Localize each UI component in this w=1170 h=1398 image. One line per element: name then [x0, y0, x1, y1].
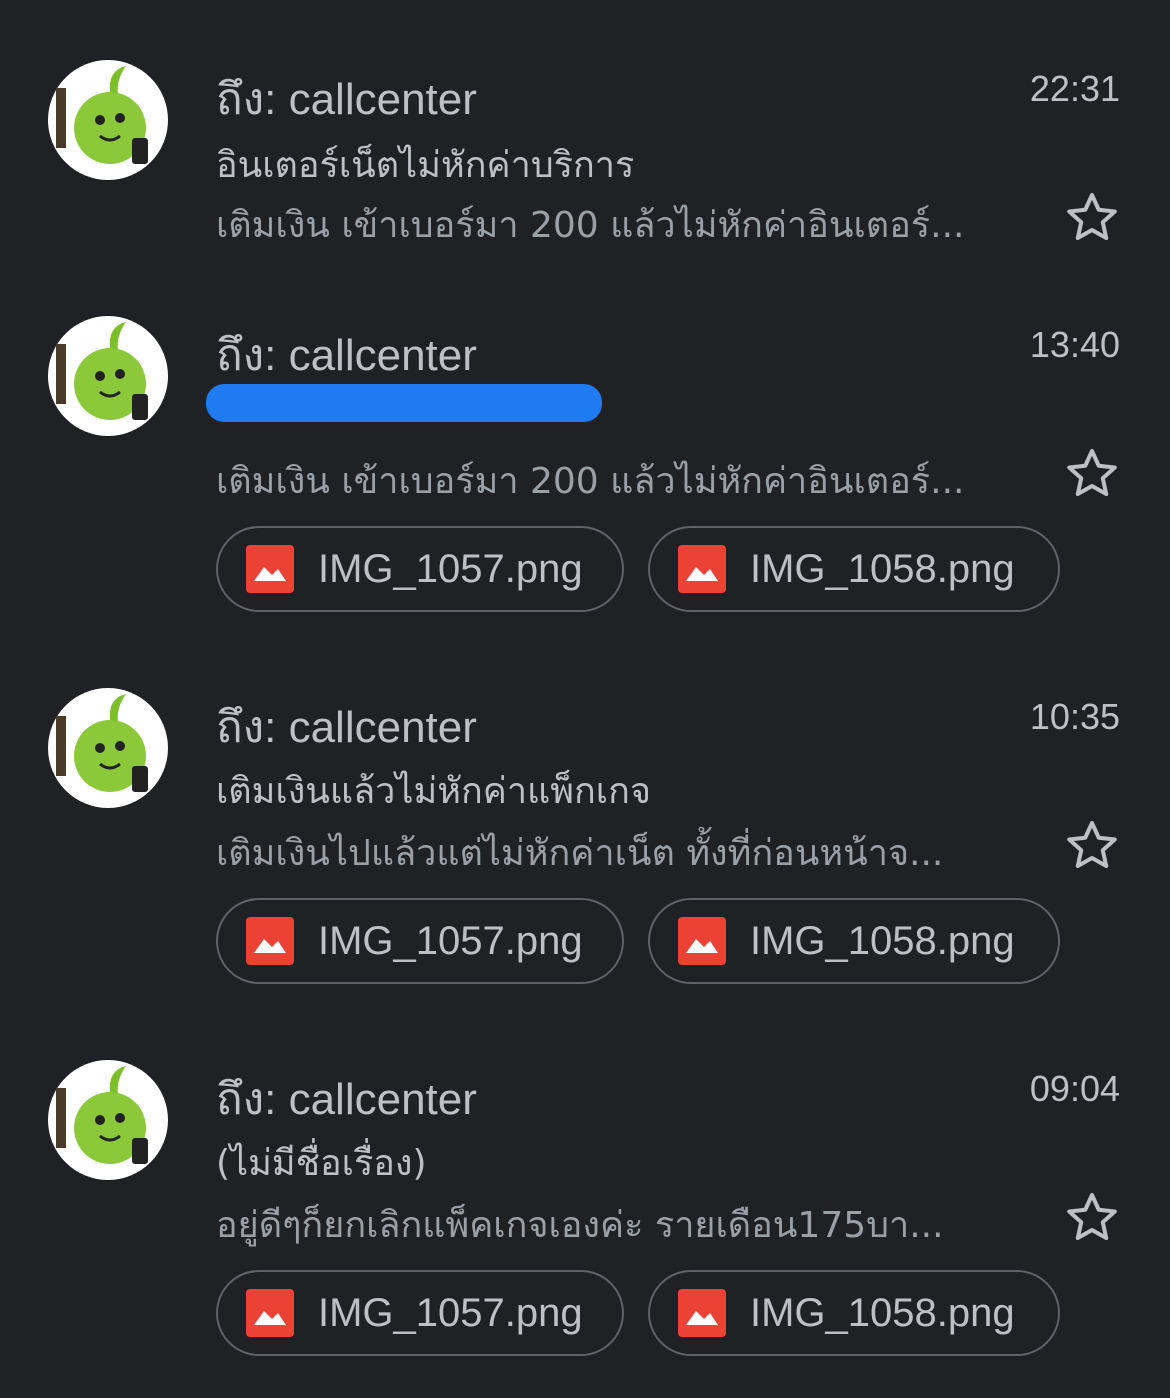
attachment-chip[interactable]: IMG_1058.png: [648, 526, 1060, 612]
attachment-chip[interactable]: IMG_1057.png: [216, 1270, 624, 1356]
redaction-scribble: [206, 384, 602, 422]
green-mascot-avatar-icon: [48, 60, 168, 180]
attachment-chip[interactable]: IMG_1058.png: [648, 898, 1060, 984]
attachment-chip[interactable]: IMG_1057.png: [216, 526, 624, 612]
email-time: 09:04: [1029, 1068, 1120, 1109]
image-file-icon: [246, 917, 294, 965]
email-recipient: ถึง: callcenter: [216, 75, 477, 124]
email-item[interactable]: ถึง: callcenter 22:31 อินเตอร์เน็ตไม่หัก…: [0, 0, 1170, 280]
attachment-name: IMG_1058.png: [750, 546, 1015, 591]
image-file-icon: [246, 1289, 294, 1337]
email-time: 13:40: [1029, 324, 1120, 365]
email-subject: (ไม่มีชื่อเรื่อง): [216, 1143, 427, 1184]
email-item[interactable]: ถึง: callcenter 09:04 (ไม่มีชื่อเรื่อง) …: [0, 1024, 1170, 1398]
attachment-name: IMG_1057.png: [318, 1290, 583, 1335]
email-item[interactable]: ถึง: callcenter 13:40 เติมเงิน เข้าเบอร์…: [0, 280, 1170, 652]
star-outline-icon[interactable]: [1062, 188, 1122, 248]
star-outline-icon[interactable]: [1062, 1188, 1122, 1248]
email-snippet: เติมเงิน เข้าเบอร์มา 200 แล้วไม่หักค่าอิ…: [216, 461, 965, 502]
email-recipient: ถึง: callcenter: [216, 703, 477, 752]
attachment-chip[interactable]: IMG_1058.png: [648, 1270, 1060, 1356]
email-snippet: อยู่ดีๆก็ยกเลิกแพ็คเกจเองค่ะ รายเดือน175…: [216, 1205, 944, 1246]
green-mascot-avatar-icon: [48, 316, 168, 436]
star-outline-icon[interactable]: [1062, 816, 1122, 876]
email-subject: อินเตอร์เน็ตไม่หักค่าบริการ: [216, 145, 635, 186]
image-file-icon: [246, 545, 294, 593]
email-recipient: ถึง: callcenter: [216, 331, 477, 380]
image-file-icon: [678, 1289, 726, 1337]
email-snippet: เติมเงินไปแล้วแต่ไม่หักค่าเน็ต ทั้งที่ก่…: [216, 833, 944, 874]
email-subject: เติมเงินแล้วไม่หักค่าแพ็กเกจ: [216, 771, 651, 812]
email-snippet: เติมเงิน เข้าเบอร์มา 200 แล้วไม่หักค่าอิ…: [216, 205, 965, 246]
green-mascot-avatar-icon: [48, 1060, 168, 1180]
attachment-name: IMG_1058.png: [750, 918, 1015, 963]
image-file-icon: [678, 545, 726, 593]
attachment-name: IMG_1058.png: [750, 1290, 1015, 1335]
image-file-icon: [678, 917, 726, 965]
star-outline-icon[interactable]: [1062, 444, 1122, 504]
email-time: 22:31: [1029, 68, 1120, 109]
attachment-name: IMG_1057.png: [318, 546, 583, 591]
email-recipient: ถึง: callcenter: [216, 1075, 477, 1124]
attachment-chip[interactable]: IMG_1057.png: [216, 898, 624, 984]
attachment-name: IMG_1057.png: [318, 918, 583, 963]
email-time: 10:35: [1029, 696, 1120, 737]
email-item[interactable]: ถึง: callcenter 10:35 เติมเงินแล้วไม่หัก…: [0, 652, 1170, 1024]
green-mascot-avatar-icon: [48, 688, 168, 808]
